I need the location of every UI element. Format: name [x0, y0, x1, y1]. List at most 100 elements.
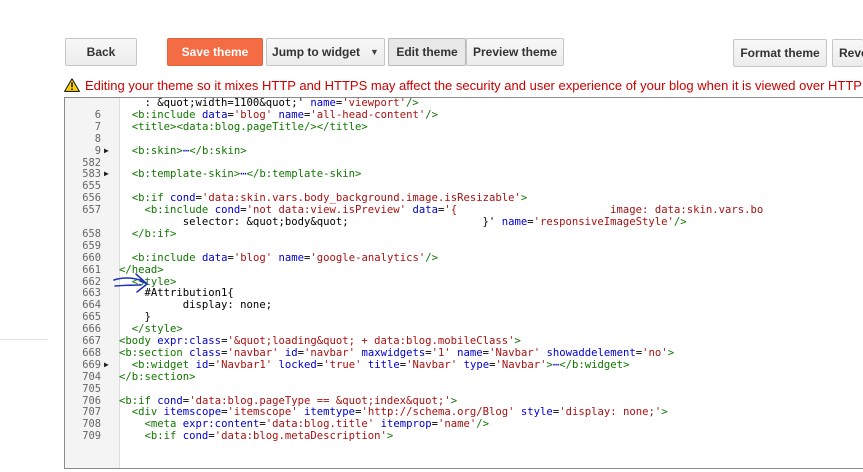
line-number: 704	[82, 370, 101, 383]
line-number: 708	[82, 418, 101, 431]
line-number: 8	[94, 132, 101, 145]
line-number: 705	[82, 382, 101, 395]
code-line[interactable]: 658 </b:if>	[65, 228, 863, 240]
code-line[interactable]: 660 <b:include data='blog' name='google-…	[65, 252, 863, 264]
code-text: <b:section class='navbar' id='navbar' ma…	[119, 346, 675, 359]
code-text: : &quot;width=1100&quot;' name='viewport…	[119, 97, 419, 109]
code-line[interactable]: 664 display: none;	[65, 299, 863, 311]
save-theme-button[interactable]: Save theme	[167, 38, 263, 66]
code-editor[interactable]: : &quot;width=1100&quot;' name='viewport…	[64, 97, 863, 469]
back-button[interactable]: Back	[65, 38, 137, 66]
line-number: 707	[82, 406, 101, 419]
warning-triangle-icon	[64, 78, 80, 92]
code-line[interactable]: 583 ▶ <b:template-skin>⋯</b:template-skin…	[65, 168, 863, 180]
line-number: 7	[94, 120, 101, 133]
line-number: 6	[94, 108, 101, 121]
code-line[interactable]: 665 }	[65, 311, 863, 323]
line-number: 583	[82, 168, 101, 181]
line-number: 661	[82, 263, 101, 276]
toolbar: Back Save theme Jump to widget ▼ Edit the…	[0, 0, 863, 76]
code-line[interactable]: 668 <b:section class='navbar' id='navbar'…	[65, 347, 863, 359]
line-number: 9	[94, 144, 101, 157]
code-text: }	[119, 311, 151, 324]
code-text: <div itemscope='itemscope' itemtype='htt…	[131, 406, 668, 419]
code-line[interactable]: 705	[65, 383, 863, 395]
code-line[interactable]: 582	[65, 157, 863, 169]
fold-arrow-icon[interactable]: ▶	[104, 145, 109, 157]
line-number: 706	[82, 394, 101, 407]
line-number: 660	[82, 251, 101, 264]
back-button-label: Back	[86, 45, 116, 59]
code-line[interactable]: 659	[65, 240, 863, 252]
jump-to-widget-label: Jump to widget	[272, 45, 361, 59]
line-number: 668	[82, 346, 101, 359]
chevron-down-icon: ▼	[370, 47, 379, 57]
code-text: <b:skin>⋯</b:skin>	[131, 144, 247, 157]
code-line[interactable]: 666 </style>	[65, 323, 863, 335]
side-divider	[0, 339, 48, 340]
code-text: <b:if cond='data:blog.pageType == &quot;…	[119, 394, 458, 407]
code-text: <b:if cond='data:blog.metaDescription'>	[144, 430, 394, 443]
code-line[interactable]: 655	[65, 180, 863, 192]
code-line[interactable]: 657 <b:include cond='not data:view.isPre…	[65, 204, 863, 216]
line-number: 657	[82, 204, 101, 217]
line-number: 664	[82, 299, 101, 312]
warning-text: Editing your theme so it mixes HTTP and …	[85, 77, 862, 93]
code-line[interactable]: : &quot;width=1100&quot;' name='viewport…	[65, 97, 863, 109]
code-line[interactable]: 707 <div itemscope='itemscope' itemtype=…	[65, 406, 863, 418]
fold-arrow-icon[interactable]: ▶	[104, 168, 109, 180]
code-text: <meta expr:content='data:blog.title' ite…	[144, 418, 490, 431]
line-number: 659	[82, 239, 101, 252]
fold-arrow-icon[interactable]: ▶	[104, 359, 109, 371]
line-number: 658	[82, 227, 101, 240]
code-line[interactable]: 656 <b:if cond='data:skin.vars.body_back…	[65, 192, 863, 204]
revert-button[interactable]: Reve	[832, 39, 863, 67]
revert-button-label: Reve	[839, 46, 863, 60]
code-line[interactable]: 669 ▶ <b:widget id='Navbar1' locked='true…	[65, 359, 863, 371]
line-number: 665	[82, 311, 101, 324]
code-line[interactable]: 8	[65, 133, 863, 145]
edit-theme-label: Edit theme	[396, 45, 458, 59]
edit-theme-button[interactable]: Edit theme	[388, 38, 466, 66]
hand-drawn-arrow-annotation	[113, 273, 148, 293]
code-text: <b:include data='blog' name='all-head-co…	[131, 108, 438, 121]
line-number: 655	[82, 180, 101, 193]
code-line[interactable]: 663 #Attribution1{	[65, 287, 863, 299]
format-theme-button[interactable]: Format theme	[733, 39, 827, 67]
code-line[interactable]: 661 </head>	[65, 264, 863, 276]
code-line[interactable]: selector: &quot;body&quot; }' name='resp…	[65, 216, 863, 228]
code-line[interactable]: 667 <body expr:class='&quot;loading&quot;…	[65, 335, 863, 347]
line-number: 656	[82, 192, 101, 205]
line-number: 662	[82, 275, 101, 288]
line-number: 667	[82, 335, 101, 347]
line-number: 663	[82, 287, 101, 300]
code-text: <b:include data='blog' name='google-anal…	[131, 251, 438, 264]
code-line[interactable]: 6 <b:include data='blog' name='all-head-…	[65, 109, 863, 121]
code-line[interactable]: 704 </b:section>	[65, 371, 863, 383]
preview-theme-label: Preview theme	[472, 45, 558, 59]
code-text: <b:widget id='Navbar1' locked='true' tit…	[131, 358, 630, 371]
format-theme-label: Format theme	[740, 46, 820, 60]
code-text: <b:include cond='not data:view.isPreview…	[144, 204, 764, 217]
code-line[interactable]: 709 <b:if cond='data:blog.metaDescriptio…	[65, 430, 863, 442]
code-text: </style>	[131, 323, 183, 336]
code-line[interactable]: 9 ▶ <b:skin>⋯</b:skin>	[65, 145, 863, 157]
code-text: </b:section>	[119, 370, 196, 383]
line-number: 582	[82, 156, 101, 169]
code-text: </b:if>	[131, 227, 177, 240]
line-number: 666	[82, 323, 101, 336]
code-line[interactable]: 708 <meta expr:content='data:blog.title'…	[65, 418, 863, 430]
preview-theme-button[interactable]: Preview theme	[466, 38, 564, 66]
code-line[interactable]: 662 <style>	[65, 276, 863, 288]
code-line[interactable]: 7 <title><data:blog.pageTitle/></title>	[65, 121, 863, 133]
code-text: display: none;	[119, 299, 273, 312]
jump-to-widget-dropdown[interactable]: Jump to widget ▼	[266, 38, 385, 66]
code-text: <body expr:class='&quot;loading&quot; + …	[119, 335, 521, 347]
mixed-content-warning: Editing your theme so it mixes HTTP and …	[64, 76, 863, 94]
code-text: <b:template-skin>⋯</b:template-skin>	[131, 168, 362, 181]
line-number: 669	[82, 358, 101, 371]
code-text: selector: &quot;body&quot; }' name='resp…	[119, 216, 687, 228]
line-number: 709	[82, 430, 101, 443]
code-text: <title><data:blog.pageTitle/></title>	[131, 120, 368, 133]
code-line[interactable]: 706 <b:if cond='data:blog.pageType == &qu…	[65, 395, 863, 407]
